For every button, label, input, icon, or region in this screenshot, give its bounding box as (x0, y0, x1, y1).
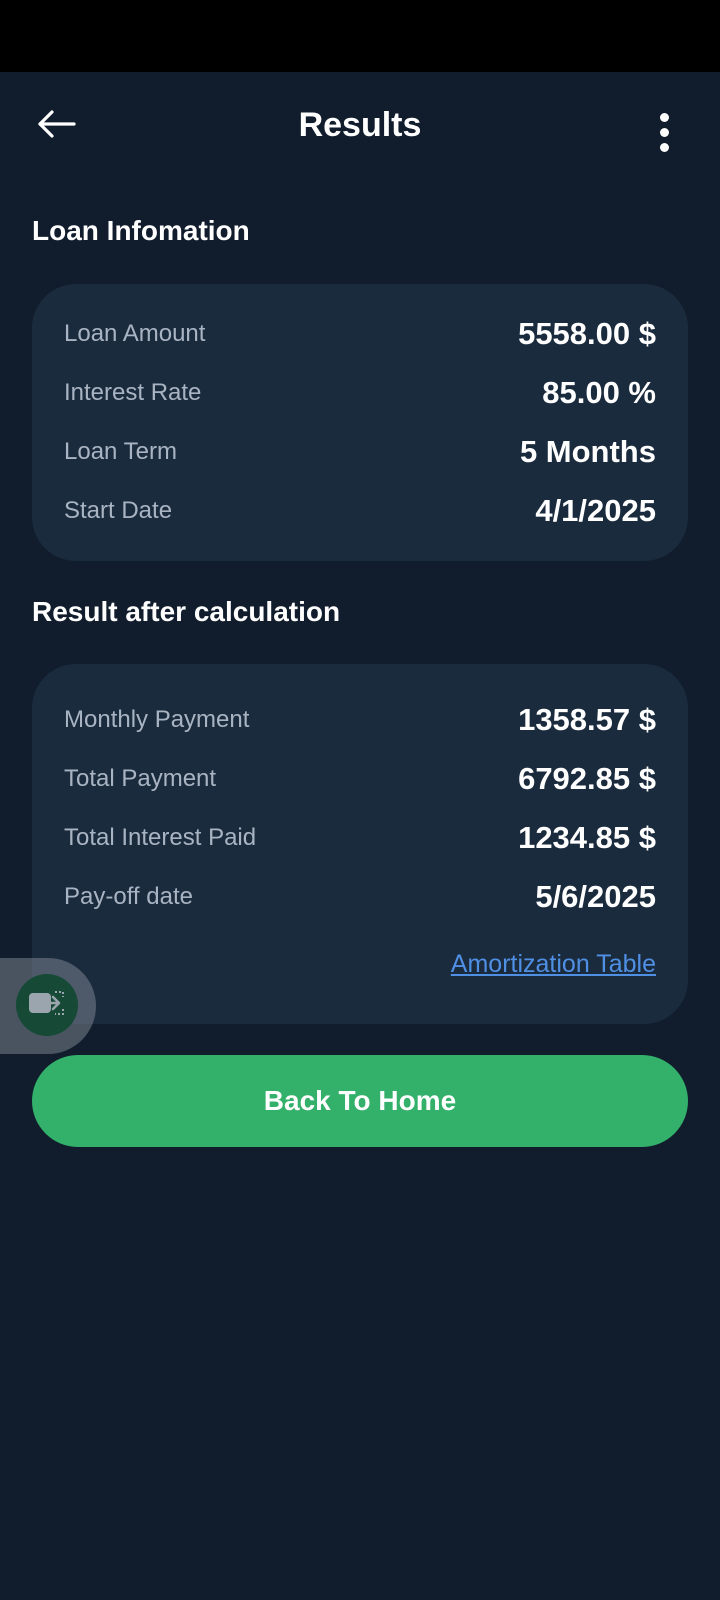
total-payment-value: 6792.85 $ (518, 761, 656, 796)
payoff-date-value: 5/6/2025 (535, 879, 656, 914)
loan-amount-label: Loan Amount (64, 320, 206, 347)
screen-share-icon (27, 988, 67, 1023)
start-date-label: Start Date (64, 497, 173, 524)
interest-rate-row: Interest Rate 85.00 % (64, 373, 656, 413)
status-bar (0, 0, 720, 72)
more-vertical-icon-dot (659, 142, 669, 152)
loan-info-card: Loan Amount 5558.00 $ Interest Rate 85.0… (32, 284, 688, 561)
loan-term-value: 5 Months (519, 434, 656, 469)
loan-amount-value: 5558.00 $ (518, 316, 656, 351)
page-title: Results (298, 106, 422, 144)
loan-info-title: Loan Infomation (32, 215, 250, 246)
floating-overlay-tab[interactable] (0, 958, 96, 1054)
amortization-table-link[interactable]: Amortization Table (451, 950, 656, 979)
back-to-home-button[interactable]: Back To Home (32, 1055, 688, 1147)
total-interest-value: 1234.85 $ (518, 820, 656, 855)
interest-rate-label: Interest Rate (64, 379, 202, 406)
payoff-date-row: Pay-off date 5/6/2025 (64, 877, 656, 917)
total-interest-label: Total Interest Paid (64, 824, 257, 851)
monthly-payment-row: Monthly Payment 1358.57 $ (64, 700, 656, 740)
total-payment-label: Total Payment (64, 765, 217, 792)
loan-term-label: Loan Term (64, 438, 177, 465)
results-card: Monthly Payment 1358.57 $ Total Payment … (32, 664, 688, 1024)
total-interest-row: Total Interest Paid 1234.85 $ (64, 818, 656, 858)
total-payment-row: Total Payment 6792.85 $ (64, 759, 656, 799)
monthly-payment-label: Monthly Payment (64, 706, 250, 733)
app-bar: Results (0, 72, 720, 182)
more-vertical-icon-dot (659, 127, 669, 137)
payoff-date-label: Pay-off date (64, 883, 193, 910)
more-vertical-icon (659, 112, 669, 122)
start-date-value: 4/1/2025 (535, 493, 656, 528)
screen-share-button[interactable] (16, 974, 78, 1036)
results-title: Result after calculation (32, 596, 341, 627)
loan-term-row: Loan Term 5 Months (64, 432, 656, 472)
interest-rate-value: 85.00 % (542, 375, 656, 410)
more-options-button[interactable] (634, 102, 694, 162)
monthly-payment-value: 1358.57 $ (518, 702, 656, 737)
loan-amount-row: Loan Amount 5558.00 $ (64, 314, 656, 354)
start-date-row: Start Date 4/1/2025 (64, 491, 656, 531)
